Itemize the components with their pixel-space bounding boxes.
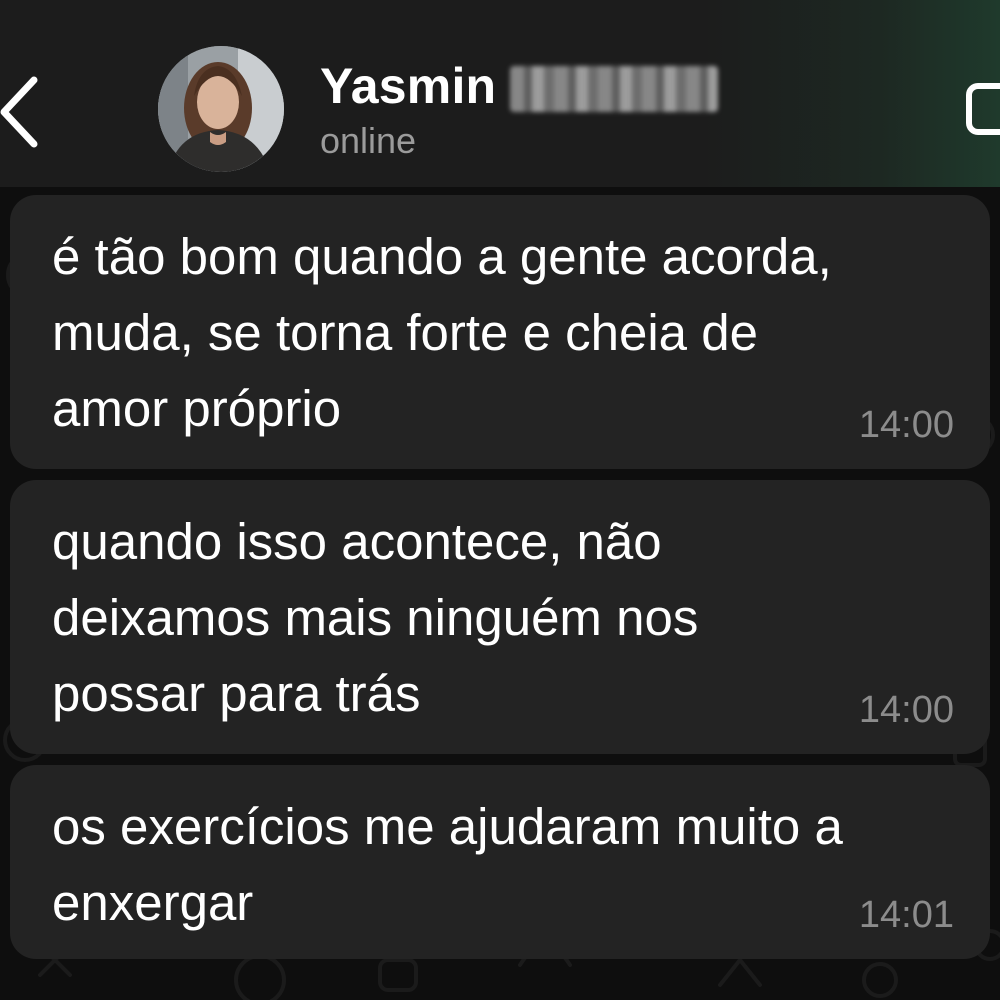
message-text: quando isso acontece, não deixamos mais … xyxy=(52,513,699,722)
message-timestamp: 14:00 xyxy=(858,404,954,446)
message-text: os exercícios me ajudaram muito a enxerg… xyxy=(52,798,843,931)
message-timestamp: 14:00 xyxy=(858,689,954,731)
message-bubble[interactable]: os exercícios me ajudaram muito a enxerg… xyxy=(10,765,990,959)
video-camera-icon[interactable] xyxy=(962,80,1000,140)
message-text: é tão bom quando a gente acorda, muda, s… xyxy=(52,228,832,437)
avatar[interactable] xyxy=(158,46,284,172)
presence-status: online xyxy=(320,120,417,161)
chat-header: Yasmin online xyxy=(0,0,1000,187)
contact-name[interactable]: Yasmin xyxy=(320,56,719,116)
message-bubble[interactable]: quando isso acontece, não deixamos mais … xyxy=(10,480,990,754)
message-bubble[interactable]: é tão bom quando a gente acorda, muda, s… xyxy=(10,195,990,469)
chevron-left-icon[interactable] xyxy=(0,72,42,152)
chat-screen: Yasmin online é tão bom quando a gente a… xyxy=(0,0,1000,1000)
message-timestamp: 14:01 xyxy=(858,894,954,936)
blurred-surname xyxy=(510,66,719,112)
contact-first-name: Yasmin xyxy=(320,58,497,114)
